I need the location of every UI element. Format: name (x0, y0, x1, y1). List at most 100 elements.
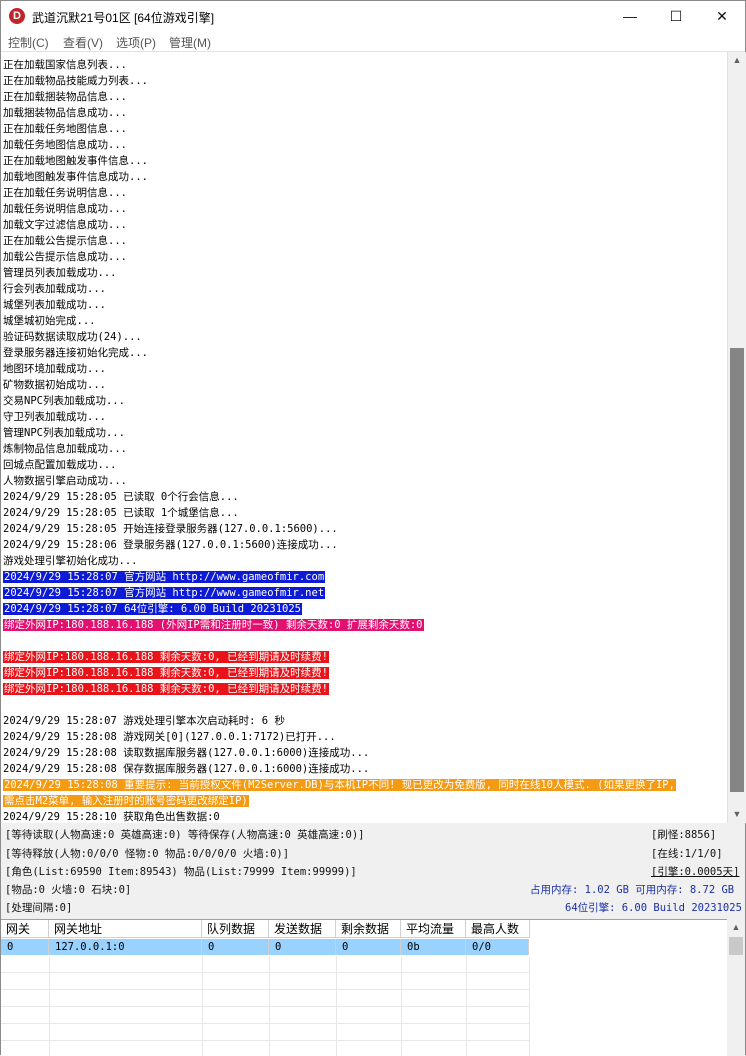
grid-line (202, 956, 203, 1056)
log-line: 城堡城初始完成... (3, 314, 95, 329)
log-line: 行会列表加载成功... (3, 282, 106, 297)
status-role-list: [角色(List:69590 Item:89543) 物品(List:79999… (5, 866, 357, 878)
log-line-text: 加载地图触发事件信息成功... (3, 171, 148, 183)
status-wait-read: [等待读取(人物高速:0 英雄高速:0) 等待保存(人物高速:0 英雄高速:0)… (5, 829, 365, 841)
log-line-text: 加载文字过滤信息成功... (3, 219, 127, 231)
scroll-up-arrow-icon[interactable]: ▲ (727, 919, 745, 936)
main-window: D 武道沉默21号01区 [64位游戏引擎] — ☐ ✕ 控制(C) 查看(V)… (0, 0, 746, 1056)
log-line: 城堡列表加载成功... (3, 298, 106, 313)
cell-queue: 0 (202, 939, 269, 955)
log-line-text: 正在加载任务地图信息... (3, 123, 127, 135)
log-line-text: 人物数据引擎启动成功... (3, 475, 127, 487)
status-online: [在线:1/1/0] (651, 848, 723, 860)
status-memory: 占用内存: 1.02 GB 可用内存: 8.72 GB (530, 884, 735, 896)
status-engine-days[interactable]: [引擎:0.0005天] (651, 864, 739, 880)
grid-line (1, 1006, 529, 1007)
column-header-sent[interactable]: 发送数据 (269, 920, 336, 938)
window-title: 武道沉默21号01区 [64位游戏引擎] (32, 11, 215, 25)
column-header-address[interactable]: 网关地址 (49, 920, 202, 938)
title-bar[interactable]: D 武道沉默21号01区 [64位游戏引擎] — ☐ ✕ (1, 1, 745, 31)
log-scrollbar[interactable]: ▲ ▼ (727, 52, 746, 823)
log-line-text: 正在加载国家信息列表... (3, 59, 127, 71)
log-line: 矿物数据初始成功... (3, 378, 106, 393)
log-line-text: 加载任务说明信息成功... (3, 203, 127, 215)
log-line: 2024/9/29 15:28:05 已读取 1个城堡信息... (3, 506, 239, 521)
grid-line (336, 956, 337, 1056)
column-header-avg-traffic[interactable]: 平均流量 (401, 920, 466, 938)
column-header-gateway[interactable]: 网关 (1, 920, 49, 938)
minimize-button[interactable]: — (607, 1, 653, 31)
log-line-text: 2024/9/29 15:28:07 官方网站 http://www.gameo… (3, 587, 326, 599)
cell-gateway: 0 (1, 939, 49, 955)
log-line-text: 加载捆装物品信息成功... (3, 107, 127, 119)
log-line: 2024/9/29 15:28:06 登录服务器(127.0.0.1:5600)… (3, 538, 338, 553)
column-header-max-players[interactable]: 最高人数 (466, 920, 530, 938)
log-line: 加载捆装物品信息成功... (3, 106, 127, 121)
log-line: 加载任务地图信息成功... (3, 138, 127, 153)
log-line: 登录服务器连接初始化完成... (3, 346, 148, 361)
log-line: 正在加载公告提示信息... (3, 234, 127, 249)
log-line-text: 管理员列表加载成功... (3, 267, 117, 279)
grid-line (466, 956, 467, 1056)
close-button[interactable]: ✕ (699, 1, 745, 31)
grid-line (269, 956, 270, 1056)
grid-line (1, 989, 529, 990)
menu-options[interactable]: 选项(P) (116, 34, 156, 51)
log-line: 回城点配置加载成功... (3, 458, 116, 473)
column-header-queue[interactable]: 队列数据 (202, 920, 269, 938)
column-header-remaining[interactable]: 剩余数据 (336, 920, 401, 938)
scroll-down-arrow-icon[interactable]: ▼ (728, 806, 746, 823)
log-line: 2024/9/29 15:28:08 游戏网关[0](127.0.0.1:717… (3, 730, 336, 745)
gateway-table: 网关 网关地址 队列数据 发送数据 剩余数据 平均流量 最高人数 0 127.0… (1, 919, 727, 1056)
log-line: 交易NPC列表加载成功... (3, 394, 125, 409)
log-output[interactable]: 正在加载国家信息列表... 正在加载物品技能威力列表... 正在加载捆装物品信息..… (1, 52, 727, 824)
log-line: 2024/9/29 15:28:07 64位引擎: 6.00 Build 202… (3, 602, 303, 617)
cell-remaining: 0 (336, 939, 401, 955)
log-line-text: 验证码数据读取成功(24)... (3, 331, 142, 343)
log-line-text: 正在加载任务说明信息... (3, 187, 127, 199)
log-line-text: 正在加载地图触发事件信息... (3, 155, 148, 167)
log-line-text: 绑定外网IP:180.188.16.188 (外网IP需和注册时一致) 剩余天数… (3, 619, 424, 631)
log-line-text: 2024/9/29 15:28:08 读取数据库服务器(127.0.0.1:60… (3, 747, 370, 759)
menu-view[interactable]: 查看(V) (63, 34, 103, 51)
table-row[interactable]: 0 127.0.0.1:0 0 0 0 0b 0/0 (1, 939, 529, 955)
scrollbar-thumb[interactable] (730, 348, 744, 792)
grid-line (401, 956, 402, 1056)
log-line: 游戏处理引擎初始化成功... (3, 554, 137, 569)
maximize-button[interactable]: ☐ (653, 1, 699, 31)
log-line: 管理NPC列表加载成功... (3, 426, 125, 441)
log-line-text: 游戏处理引擎初始化成功... (3, 555, 138, 567)
menu-manage[interactable]: 管理(M) (169, 34, 211, 51)
log-line-text: 加载公告提示信息成功... (3, 251, 127, 263)
grid-line (1, 972, 529, 973)
scrollbar-thumb[interactable] (729, 937, 743, 955)
log-line-text: 炼制物品信息加载成功... (3, 443, 127, 455)
log-line: 加载公告提示信息成功... (3, 250, 127, 265)
grid-line (49, 956, 50, 1056)
log-line: 正在加载地图触发事件信息... (3, 154, 148, 169)
log-line-text: 2024/9/29 15:28:08 保存数据库服务器(127.0.0.1:60… (3, 763, 370, 775)
log-line-text: 交易NPC列表加载成功... (3, 395, 125, 407)
log-line-text: 正在加载捆装物品信息... (3, 91, 127, 103)
log-line-text: 正在加载公告提示信息... (3, 235, 127, 247)
log-line: 验证码数据读取成功(24)... (3, 330, 142, 345)
log-line: 地图环境加载成功... (3, 362, 106, 377)
scroll-up-arrow-icon[interactable]: ▲ (728, 52, 746, 69)
log-line: 正在加载任务地图信息... (3, 122, 127, 137)
status-items: [物品:0 火墙:0 石块:0] (5, 884, 132, 896)
status-interval: [处理间隔:0] (5, 902, 73, 914)
log-line-text: 绑定外网IP:180.188.16.188 剩余天数:0, 已经到期请及时续费! (3, 667, 329, 679)
log-line-text: 登录服务器连接初始化完成... (3, 347, 148, 359)
log-line-text: 守卫列表加载成功... (3, 411, 106, 423)
menu-control[interactable]: 控制(C) (8, 34, 49, 51)
log-line-text: 2024/9/29 15:28:08 重要提示: 当前授权文件(M2Server… (3, 779, 676, 791)
log-line-text: 2024/9/29 15:28:07 64位引擎: 6.00 Build 202… (3, 603, 303, 615)
log-line-text: 2024/9/29 15:28:05 开始连接登录服务器(127.0.0.1:5… (3, 523, 338, 535)
log-line: 正在加载国家信息列表... (3, 58, 127, 73)
log-line-text: 2024/9/29 15:28:05 已读取 1个城堡信息... (3, 507, 239, 519)
log-line: 加载文字过滤信息成功... (3, 218, 127, 233)
table-scrollbar[interactable]: ▲ (727, 919, 745, 1055)
log-line: 人物数据引擎启动成功... (3, 474, 127, 489)
log-line-text: 需点击M2菜单, 输入注册时的账号密码更改绑定IP) (3, 795, 249, 807)
log-line: 管理员列表加载成功... (3, 266, 116, 281)
